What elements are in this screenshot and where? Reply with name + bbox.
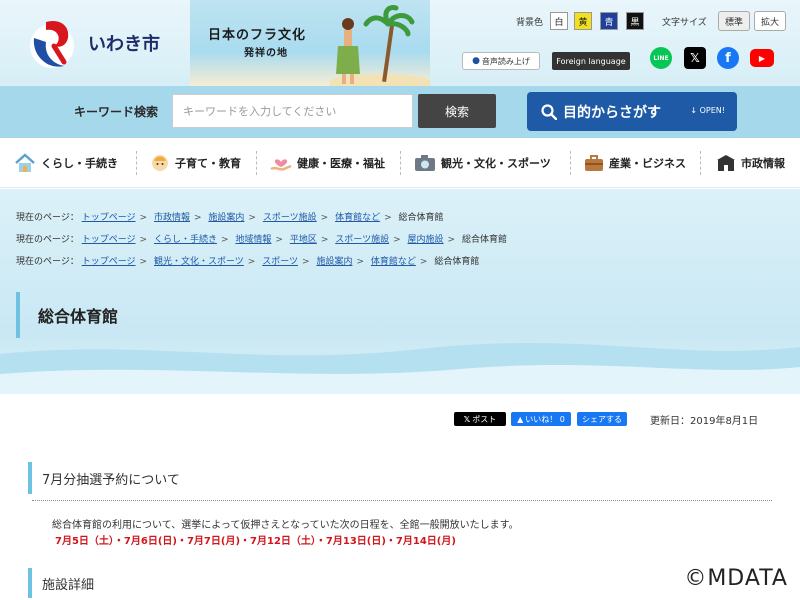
lottery-dates-text: 7月5日（土）・7月6日(日)・7月7日(月)・7月12日（土）・7月13日(日…	[55, 536, 456, 547]
iwaki-logo-icon[interactable]	[24, 16, 84, 74]
nav-separator	[570, 151, 571, 175]
breadcrumb-prefix: 現在のページ：	[16, 235, 79, 245]
search-by-purpose-button[interactable]: 目的からさがす ↓ OPEN!	[527, 92, 737, 131]
bg-color-blue-button[interactable]: 青	[600, 12, 618, 30]
voice-readout-button[interactable]: ● 音声読み上げ	[462, 52, 540, 70]
banner-subtitle: 発祥の地	[244, 48, 288, 59]
breadcrumb: 現在のページ： トップページ > くらし・手続き > 地域情報 > 平地区 > スポーツ…	[16, 235, 507, 245]
breadcrumb: 現在のページ： トップページ > 市政情報 > 施設案内 > スポーツ施設 > 体育館な…	[16, 213, 444, 223]
breadcrumb-link[interactable]: トップページ	[82, 213, 136, 223]
breadcrumb: 現在のページ： トップページ > 観光・文化・スポーツ > スポーツ > 施設案内 > …	[16, 257, 480, 267]
bg-color-label: 背景色	[516, 18, 544, 28]
nav-item-childcare[interactable]: 子育て・教育	[150, 138, 241, 188]
facebook-like-button[interactable]: ▲ いいね！ 0	[511, 412, 571, 426]
speaker-person-icon: ●	[472, 56, 480, 66]
nav-item-city-info-label: 市政情報	[741, 157, 785, 170]
breadcrumb-link[interactable]: くらし・手続き	[154, 235, 217, 245]
breadcrumb-link[interactable]: トップページ	[82, 257, 136, 267]
hula-dancer-palm-icon	[330, 5, 430, 86]
section-divider	[32, 500, 772, 501]
lottery-body-text: 総合体育館の利用について、選挙によって仮押さえとなっていた次の日程を、全館一般開…	[52, 520, 519, 531]
house-icon	[15, 153, 35, 172]
hula-banner[interactable]: 日本のフラ文化 発祥の地	[190, 0, 430, 86]
breadcrumb-link[interactable]: スポーツ	[262, 257, 298, 267]
breadcrumb-link[interactable]: 施設案内	[208, 213, 244, 223]
section-heading-facility: 施設詳細	[28, 568, 771, 598]
search-button[interactable]: 検索	[418, 94, 496, 128]
font-size-label: 文字サイズ	[662, 18, 707, 28]
breadcrumb-link[interactable]: トップページ	[82, 235, 136, 245]
font-size-large-button[interactable]: 拡大	[754, 11, 787, 31]
nav-item-tourism-label: 観光・文化・スポーツ	[441, 157, 551, 170]
breadcrumb-current: 総合体育館	[461, 235, 507, 245]
nav-separator	[700, 151, 701, 175]
updated-date: 更新日：2019年8月1日	[650, 416, 759, 427]
section-heading-lottery: 7月分抽選予約について	[28, 462, 771, 494]
x-icon: 𝕏	[463, 414, 471, 424]
page-title: 総合体育館	[16, 292, 316, 338]
breadcrumb-link[interactable]: 体育館など	[335, 213, 380, 223]
watermark-text: ©MDATA	[684, 566, 788, 591]
foreign-language-button[interactable]: Foreign language	[552, 52, 630, 70]
breadcrumb-link[interactable]: 観光・文化・スポーツ	[154, 257, 244, 267]
banner-title: 日本のフラ文化	[208, 28, 307, 43]
briefcase-icon	[585, 155, 603, 171]
nav-separator	[400, 151, 401, 175]
font-size-standard-button[interactable]: 標準	[718, 11, 751, 31]
site-header: いわき市 日本のフラ文化 発祥の地 背景色 白 黄 青 黒 文字サイズ 標準 拡…	[0, 0, 800, 86]
x-icon[interactable]: 𝕏	[684, 47, 706, 69]
nav-item-health-label: 健康・医療・福祉	[297, 157, 385, 170]
heart-hand-icon	[270, 159, 292, 171]
keyword-search-input[interactable]	[172, 94, 413, 128]
search-icon	[541, 103, 557, 120]
nav-item-business-label: 産業・ビジネス	[609, 157, 686, 170]
nav-item-city-info[interactable]: 市政情報	[716, 138, 785, 188]
breadcrumb-link[interactable]: スポーツ施設	[263, 213, 317, 223]
facebook-icon[interactable]: f	[717, 47, 739, 69]
breadcrumb-link[interactable]: 地域情報	[235, 235, 271, 245]
facebook-like-label: いいね！ 0	[525, 414, 565, 424]
breadcrumb-link[interactable]: 施設案内	[316, 257, 352, 267]
voice-readout-label: 音声読み上げ	[481, 56, 530, 66]
bg-color-yellow-button[interactable]: 黄	[574, 12, 592, 30]
nav-item-life-label: くらし・手続き	[41, 157, 118, 170]
city-hall-icon	[717, 155, 735, 171]
breadcrumb-link[interactable]: 体育館など	[371, 257, 416, 267]
bg-color-black-button[interactable]: 黒	[626, 12, 644, 30]
nav-separator	[136, 151, 137, 175]
breadcrumb-link[interactable]: 平地区	[290, 235, 317, 245]
nav-item-business[interactable]: 産業・ビジネス	[584, 138, 686, 188]
breadcrumb-link[interactable]: スポーツ施設	[335, 235, 389, 245]
nav-item-tourism[interactable]: 観光・文化・スポーツ	[414, 138, 551, 188]
breadcrumb-link[interactable]: 屋内施設	[408, 235, 444, 245]
nav-item-health[interactable]: 健康・医療・福祉	[270, 138, 385, 188]
purpose-open-label: ↓ OPEN!	[690, 106, 725, 115]
breadcrumb-prefix: 現在のページ：	[16, 213, 79, 223]
keyword-search-label: キーワード検索	[74, 105, 159, 119]
facebook-share-button[interactable]: シェアする	[577, 412, 627, 426]
youtube-icon[interactable]: ▶	[750, 49, 774, 67]
line-icon[interactable]: LINE	[650, 47, 672, 69]
nav-item-childcare-label: 子育て・教育	[175, 157, 241, 170]
child-icon	[152, 155, 168, 171]
breadcrumb-current: 総合体育館	[398, 213, 444, 223]
bg-color-white-button[interactable]: 白	[550, 12, 568, 30]
nav-separator	[256, 151, 257, 175]
breadcrumb-current: 総合体育館	[434, 257, 480, 267]
breadcrumb-link[interactable]: 市政情報	[154, 213, 190, 223]
x-post-button[interactable]: 𝕏 ポスト	[454, 412, 506, 426]
nav-item-life[interactable]: くらし・手続き	[14, 138, 118, 188]
site-logo-text[interactable]: いわき市	[88, 30, 160, 56]
thumbs-up-icon: ▲	[517, 414, 524, 424]
camera-icon	[415, 155, 435, 171]
x-post-label: ポスト	[472, 414, 497, 424]
global-nav: くらし・手続き 子育て・教育 健康・医療・福祉 観光・文化・スポーツ 産業・ビジ…	[0, 138, 800, 188]
search-by-purpose-label: 目的からさがす	[563, 104, 661, 121]
breadcrumb-prefix: 現在のページ：	[16, 257, 79, 267]
